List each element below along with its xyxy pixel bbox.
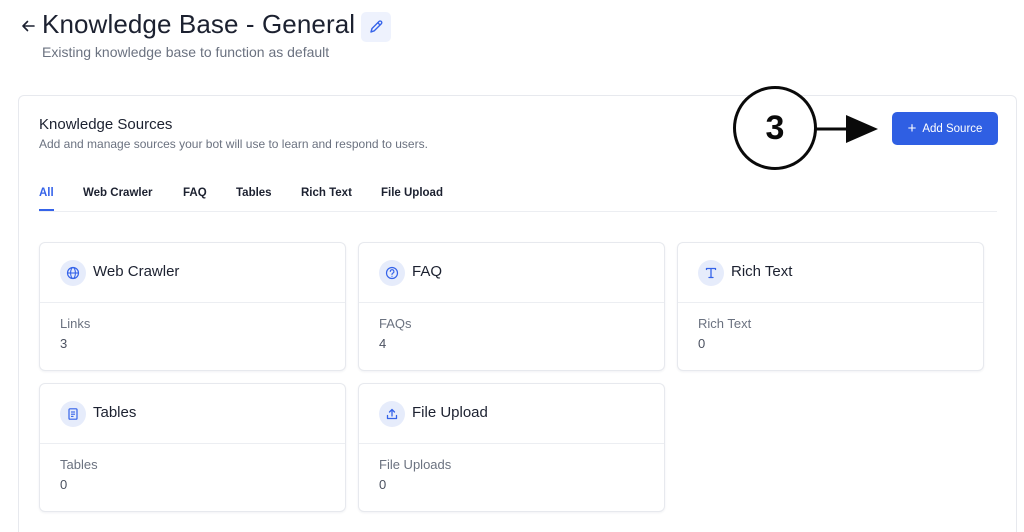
source-tabs: All Web Crawler FAQ Tables Rich Text Fil… — [39, 178, 997, 212]
card-title: Tables — [93, 404, 137, 421]
edit-title-button[interactable] — [361, 12, 391, 42]
source-card-tables[interactable]: Tables Tables 0 — [39, 383, 346, 512]
card-label: Rich Text — [698, 316, 752, 331]
source-card-faq[interactable]: FAQ FAQs 4 — [358, 242, 665, 371]
arrow-left-icon — [22, 20, 35, 32]
tab-web-crawler[interactable]: Web Crawler — [83, 187, 152, 199]
tab-tables[interactable]: Tables — [236, 187, 272, 199]
card-label: Tables — [60, 457, 98, 472]
card-header: Rich Text — [678, 243, 983, 303]
card-title: Rich Text — [731, 263, 793, 280]
panel-title: Knowledge Sources — [39, 116, 173, 133]
active-tab-indicator — [39, 209, 54, 211]
globe-icon — [66, 266, 80, 280]
add-source-button[interactable]: + Add Source — [892, 112, 998, 145]
callout-arrow-icon — [816, 115, 878, 143]
page-header: Knowledge Base - General Existing knowle… — [0, 0, 1024, 90]
source-card-rich-text[interactable]: Rich Text Rich Text 0 — [677, 242, 984, 371]
card-title: FAQ — [412, 263, 443, 280]
document-icon — [68, 408, 78, 420]
card-header: File Upload — [359, 384, 664, 444]
card-label: Links — [60, 316, 91, 331]
knowledge-sources-panel: Knowledge Sources Add and manage sources… — [18, 86, 1017, 532]
card-value: 0 — [379, 477, 387, 492]
text-t-icon — [705, 267, 717, 279]
source-card-web-crawler[interactable]: Web Crawler Links 3 — [39, 242, 346, 371]
card-title: File Upload — [412, 404, 488, 421]
card-label: File Uploads — [379, 457, 452, 472]
card-value: 0 — [60, 477, 68, 492]
page-title: Knowledge Base - General — [42, 9, 356, 39]
tab-rich-text[interactable]: Rich Text — [301, 187, 352, 199]
add-source-label: Add Source — [922, 122, 983, 135]
question-circle-icon — [385, 266, 399, 280]
card-header: Tables — [40, 384, 345, 444]
card-label: FAQs — [379, 316, 412, 331]
card-value: 0 — [698, 336, 706, 351]
back-button[interactable] — [18, 16, 38, 36]
tab-faq[interactable]: FAQ — [183, 187, 207, 199]
source-card-file-upload[interactable]: File Upload File Uploads 0 — [358, 383, 665, 512]
panel-subtitle: Add and manage sources your bot will use… — [39, 137, 428, 151]
tab-file-upload[interactable]: File Upload — [381, 187, 443, 199]
upload-icon — [386, 408, 398, 420]
card-value: 3 — [60, 336, 68, 351]
tab-all[interactable]: All — [39, 187, 54, 199]
plus-icon: + — [907, 119, 917, 137]
card-header: FAQ — [359, 243, 664, 303]
card-header: Web Crawler — [40, 243, 345, 303]
page-subtitle: Existing knowledge base to function as d… — [42, 44, 330, 60]
step-callout-badge: 3 — [733, 86, 817, 170]
card-value: 4 — [379, 336, 387, 351]
pencil-icon — [370, 20, 383, 33]
card-title: Web Crawler — [93, 263, 180, 280]
